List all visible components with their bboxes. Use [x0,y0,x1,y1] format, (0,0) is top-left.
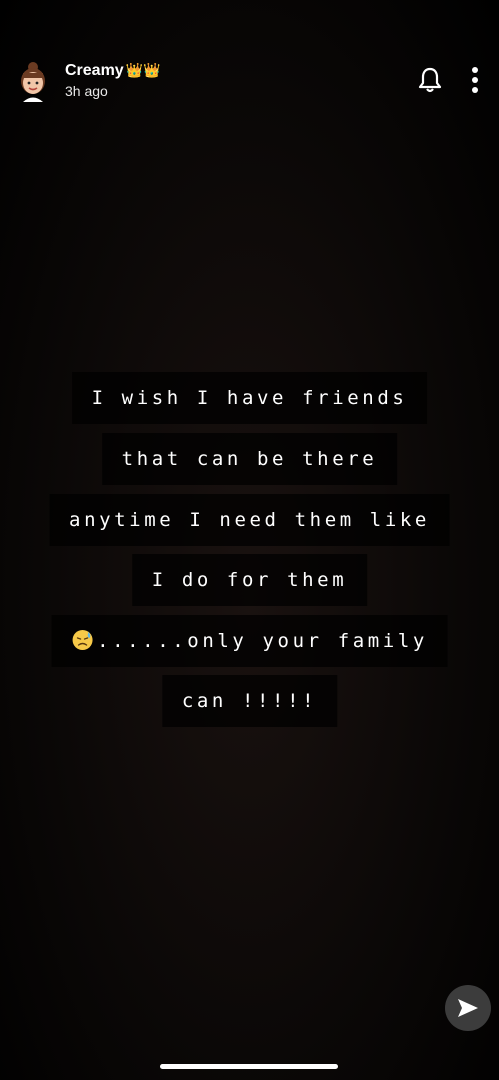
bitmoji-avatar[interactable] [15,60,51,102]
caption-line-2: that can be there [101,433,398,485]
user-name-text: Creamy [65,62,124,79]
caption-line-5-text: ......only your family [97,630,428,652]
caption-line-4: I do for them [131,554,368,606]
downcast-sweat-face-icon [72,630,93,650]
user-name[interactable]: Creamy 👑👑 [65,62,161,80]
post-time: 3h ago [65,83,108,99]
send-button[interactable] [445,985,491,1031]
caption-line-6: can !!!!! [161,675,338,727]
crown-emoji: 👑👑 [125,62,161,78]
more-vertical-icon[interactable] [470,67,480,93]
send-arrow-icon [458,999,478,1017]
bell-icon[interactable] [417,66,443,94]
caption-line-1: I wish I have friends [71,372,428,424]
caption-line-5: ......only your family [51,615,448,667]
story-header: Creamy 👑👑 3h ago [0,0,499,115]
caption-line-3: anytime I need them like [49,494,450,546]
home-indicator[interactable] [160,1064,338,1069]
